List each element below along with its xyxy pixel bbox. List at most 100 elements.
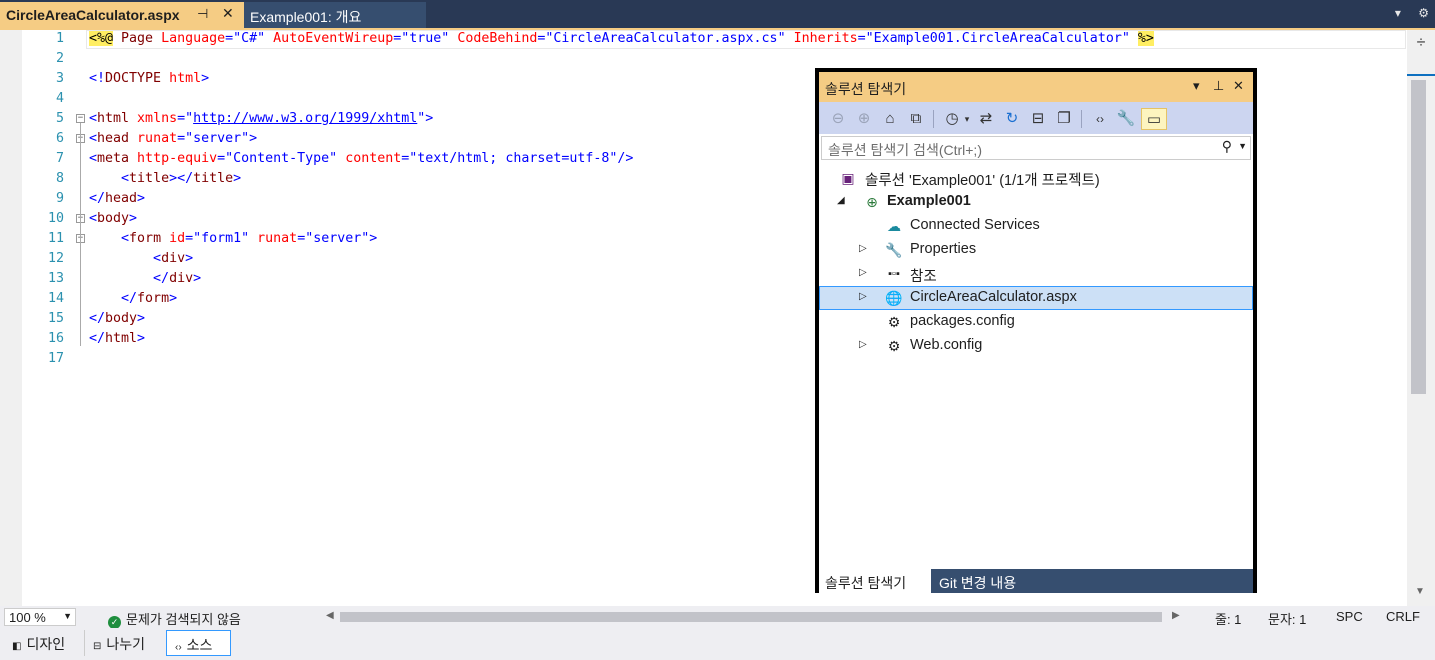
- scroll-right-icon[interactable]: ▶: [1172, 610, 1180, 621]
- forward-icon[interactable]: ⊕: [853, 108, 875, 130]
- search-icon[interactable]: ⚲: [1222, 138, 1232, 155]
- line-indicator[interactable]: 줄: 1: [1215, 609, 1241, 628]
- code-text: <%@ Page Language="C#" AutoEventWireup="…: [89, 31, 1154, 46]
- code-text: <meta http-equiv="Content-Type" content=…: [89, 151, 634, 166]
- tree-item-label: Web.config: [910, 337, 983, 353]
- search-input[interactable]: 솔루션 탐색기 검색(Ctrl+;) ⚲ ▼: [821, 136, 1251, 160]
- line-number: 2: [55, 51, 64, 66]
- split-view-icon: ⊟: [93, 641, 102, 652]
- panel-title: 솔루션 탐색기: [825, 81, 907, 97]
- tree-item-label: Example001: [887, 193, 971, 209]
- code-text: </html>: [89, 331, 146, 346]
- toolbar-separator: [1081, 110, 1082, 128]
- collapsed-arrow-icon[interactable]: ▷: [859, 291, 867, 302]
- zoom-value: 100 %: [9, 610, 46, 625]
- line-number: 1: [55, 31, 64, 46]
- tab-example001-overview[interactable]: Example001: 개요: [244, 2, 426, 28]
- design-view-icon: ◧: [12, 641, 22, 652]
- line-number: 4: [55, 91, 64, 106]
- panel-dropdown-icon[interactable]: ▾: [1193, 78, 1200, 94]
- home-icon[interactable]: ⌂: [879, 108, 901, 130]
- collapsed-arrow-icon[interactable]: ▷: [859, 243, 867, 254]
- tab-solution-explorer[interactable]: 솔루션 탐색기: [819, 569, 931, 593]
- gear-icon[interactable]: ⚙: [1418, 6, 1429, 20]
- back-icon[interactable]: ⊖: [827, 108, 849, 130]
- line-number: 6: [55, 131, 64, 146]
- chevron-down-icon[interactable]: ▾: [961, 108, 973, 130]
- source-view-button[interactable]: ‹› 소스: [166, 630, 231, 656]
- sync-icon[interactable]: ⇄: [975, 108, 997, 130]
- connected-services-icon: ☁: [887, 218, 901, 234]
- collapsed-arrow-icon[interactable]: ▷: [859, 267, 867, 278]
- code-text: <form id="form1" runat="server">: [121, 231, 378, 246]
- tab-circle-area-calculator[interactable]: CircleAreaCalculator.aspx ⊣ ✕: [0, 2, 244, 28]
- collapse-icon[interactable]: −: [76, 114, 85, 123]
- tree-item-project[interactable]: ◢ ⊕ Example001: [819, 190, 1253, 214]
- tree-item-references[interactable]: ▷ ▪▫▪ 참조: [819, 262, 1253, 286]
- view-switch-bar: ◧ 디자인 ⊟ 나누기 ‹› 소스: [0, 628, 1435, 660]
- line-number: 12: [47, 251, 64, 266]
- fold-guide: [80, 123, 81, 346]
- tree-item-label: CircleAreaCalculator.aspx: [910, 289, 1077, 305]
- expanded-arrow-icon[interactable]: ◢: [837, 195, 845, 206]
- whitespace-indicator[interactable]: SPC: [1336, 609, 1363, 624]
- tree-item-properties[interactable]: ▷ 🔧 Properties: [819, 238, 1253, 262]
- code-text: <div>: [153, 251, 194, 266]
- wrench-icon[interactable]: 🔧: [1115, 108, 1137, 130]
- line-number: 7: [55, 151, 64, 166]
- scroll-left-icon[interactable]: ◀: [326, 610, 334, 621]
- config-file-icon: ⚙: [887, 338, 901, 354]
- tree-item-connected-services[interactable]: ☁ Connected Services: [819, 214, 1253, 238]
- toolbar-separator: [933, 110, 934, 128]
- design-view-button[interactable]: ◧ 디자인: [4, 630, 73, 656]
- tree-item-solution[interactable]: ▣ 솔루션 'Example001' (1/1개 프로젝트): [819, 166, 1253, 190]
- switch-views-icon[interactable]: ⧉: [905, 108, 927, 130]
- config-file-icon: ⚙: [887, 314, 901, 330]
- tree-item-aspx-file[interactable]: ▷ 🌐 CircleAreaCalculator.aspx: [819, 286, 1253, 310]
- xmlns-link[interactable]: http://www.w3.org/1999/xhtml: [193, 111, 417, 126]
- scroll-down-icon[interactable]: ▼: [1415, 586, 1425, 597]
- chevron-down-icon[interactable]: ▼: [1238, 141, 1247, 151]
- solution-explorer-tabs: 솔루션 탐색기 Git 변경 내용: [819, 569, 1253, 593]
- pin-icon[interactable]: ⊥: [1213, 78, 1224, 94]
- split-view-button[interactable]: ⊟ 나누기: [84, 630, 153, 656]
- code-text: </form>: [121, 291, 178, 306]
- collapsed-arrow-icon[interactable]: ▷: [859, 339, 867, 350]
- horizontal-scroll-thumb[interactable]: [340, 612, 1162, 622]
- solution-explorer-panel: 솔루션 탐색기 ▾ ⊥ ✕ ⊖ ⊕ ⌂ ⧉ ◷ ▾ ⇄ ↻ ⊟ ❐ ‹› 🔧 ▭…: [815, 68, 1257, 593]
- tree-item-web-config[interactable]: ▷ ⚙ Web.config: [819, 334, 1253, 358]
- tab-dropdown-icon[interactable]: ▾: [1395, 6, 1401, 20]
- tree-item-packages-config[interactable]: ⚙ packages.config: [819, 310, 1253, 334]
- scroll-thumb[interactable]: [1411, 80, 1426, 394]
- vertical-scrollbar[interactable]: ÷ ▼: [1407, 30, 1435, 606]
- line-number: 3: [55, 71, 64, 86]
- line-number: 8: [55, 171, 64, 186]
- char-indicator[interactable]: 문자: 1: [1268, 609, 1306, 628]
- line-number: 16: [47, 331, 64, 346]
- tab-git-changes[interactable]: Git 변경 내용: [933, 569, 1022, 593]
- close-icon[interactable]: ✕: [1233, 78, 1244, 94]
- collapse-all-icon[interactable]: ⊟: [1027, 108, 1049, 130]
- show-all-files-icon[interactable]: ❐: [1053, 108, 1075, 130]
- line-number: 14: [47, 291, 64, 306]
- references-icon: ▪▫▪: [888, 268, 900, 280]
- line-ending-indicator[interactable]: CRLF: [1386, 609, 1420, 624]
- pending-changes-filter-icon[interactable]: ◷: [941, 108, 963, 130]
- close-icon[interactable]: ✕: [222, 5, 234, 22]
- code-text: <!DOCTYPE html>: [89, 71, 210, 86]
- editor-status-row: 100 % ▼ ✓ 문제가 검색되지 않음 ◀ ▶ 줄: 1 문자: 1 SPC …: [0, 606, 1435, 629]
- zoom-select[interactable]: 100 % ▼: [4, 608, 76, 626]
- refresh-icon[interactable]: ↻: [1001, 108, 1023, 130]
- tabbar-controls: ▾ ⚙: [1381, 6, 1429, 20]
- split-window-icon[interactable]: ÷: [1411, 34, 1431, 54]
- code-line: 1 <%@ Page Language="C#" AutoEventWireup…: [0, 30, 1406, 50]
- issues-indicator[interactable]: ✓ 문제가 검색되지 않음: [108, 609, 241, 629]
- code-text: <head runat="server">: [89, 131, 258, 146]
- code-text: </head>: [89, 191, 146, 206]
- preview-selected-icon[interactable]: ▭: [1141, 108, 1167, 130]
- line-number: 11: [47, 231, 64, 246]
- caret-position-marker: [1407, 74, 1435, 76]
- design-label: 디자인: [26, 636, 66, 652]
- pin-icon[interactable]: ⊣: [197, 6, 208, 22]
- view-code-icon[interactable]: ‹›: [1089, 108, 1111, 130]
